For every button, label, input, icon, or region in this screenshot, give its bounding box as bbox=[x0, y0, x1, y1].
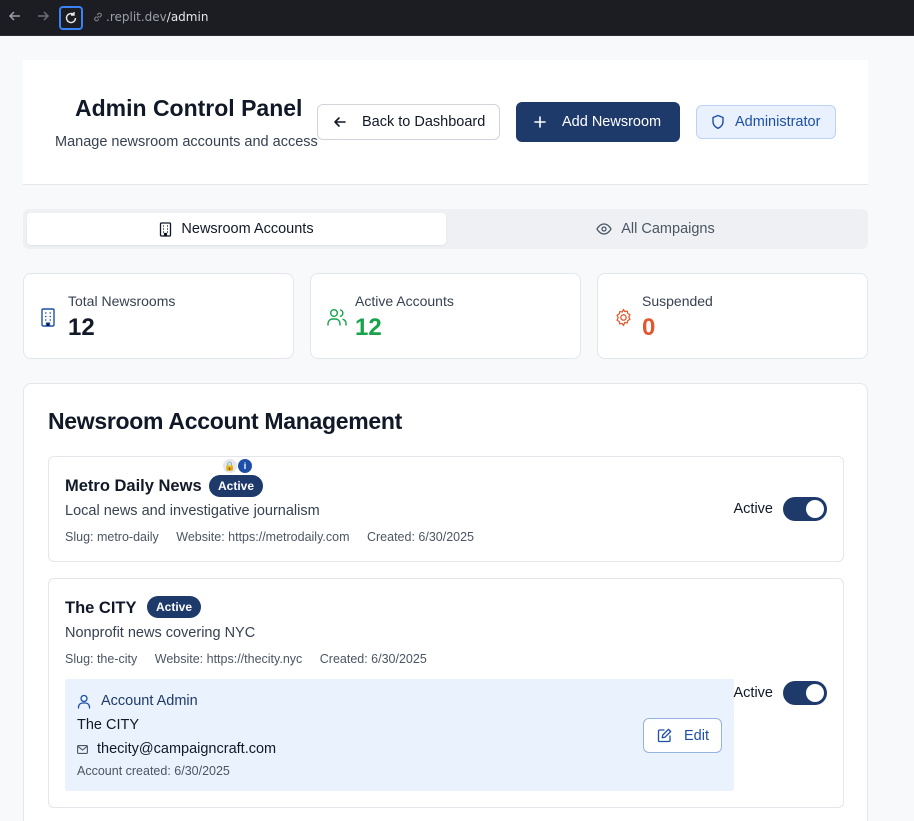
password-manager-icon[interactable]: 🔒 i bbox=[223, 459, 253, 473]
add-newsroom-label: Add Newsroom bbox=[562, 114, 662, 130]
account-admin-box: Account Admin The CITY thecity@campaignc… bbox=[65, 679, 734, 791]
toggle-label: Active bbox=[733, 685, 774, 701]
edit-label: Edit bbox=[684, 727, 709, 744]
address-bar[interactable]: .replit.dev/admin bbox=[92, 10, 208, 24]
admin-email: thecity@campaigncraft.com bbox=[97, 741, 277, 757]
shield-icon bbox=[712, 114, 724, 129]
status-badge: Active bbox=[147, 596, 202, 618]
newsroom-name: Metro Daily News bbox=[65, 477, 202, 495]
mail-icon bbox=[77, 744, 88, 754]
building-icon bbox=[160, 221, 172, 237]
stat-total-newsrooms: Total Newsrooms 12 bbox=[23, 273, 294, 359]
url-path: /admin bbox=[166, 10, 209, 24]
newsroom-management-panel: Newsroom Account Management 🔒 i Metro Da… bbox=[23, 383, 868, 821]
status-badge: Active bbox=[209, 475, 264, 497]
page-subtitle: Manage newsroom accounts and access bbox=[55, 134, 318, 150]
admin-name: The CITY bbox=[77, 717, 140, 733]
tab-newsroom-accounts-label: Newsroom Accounts bbox=[181, 221, 314, 237]
newsroom-slug: Slug: the-city bbox=[65, 652, 138, 666]
status-toggle-group: Active bbox=[733, 681, 827, 705]
admin-email-row: thecity@campaigncraft.com bbox=[77, 741, 276, 757]
edit-admin-button[interactable]: Edit bbox=[643, 718, 722, 753]
forward-arrow-icon[interactable] bbox=[35, 9, 51, 25]
reload-icon bbox=[65, 12, 77, 24]
administrator-badge[interactable]: Administrator bbox=[696, 105, 836, 139]
newsroom-meta: Slug: metro-daily Website: https://metro… bbox=[65, 530, 488, 544]
lock-icon: 🔒 bbox=[223, 459, 237, 473]
plus-icon bbox=[534, 116, 546, 128]
back-arrow-icon[interactable] bbox=[7, 9, 23, 25]
admin-header: Admin Control Panel Manage newsroom acco… bbox=[23, 60, 868, 185]
back-to-dashboard-label: Back to Dashboard bbox=[362, 114, 486, 130]
newsroom-meta: Slug: the-city Website: https://thecity.… bbox=[65, 652, 441, 666]
tab-all-campaigns-label: All Campaigns bbox=[621, 221, 715, 237]
status-toggle-group: Active bbox=[733, 497, 827, 521]
newsroom-slug: Slug: metro-daily bbox=[65, 530, 159, 544]
newsroom-created: Created: 6/30/2025 bbox=[319, 652, 427, 666]
stat-value: 0 bbox=[642, 314, 656, 341]
toggle-label: Active bbox=[733, 501, 774, 517]
active-toggle[interactable] bbox=[783, 681, 827, 705]
admin-created: Account created: 6/30/2025 bbox=[77, 764, 230, 778]
toggle-knob bbox=[806, 684, 824, 702]
stat-active-accounts: Active Accounts 12 bbox=[310, 273, 581, 359]
url-host: .replit.dev bbox=[106, 10, 167, 24]
user-icon bbox=[77, 694, 91, 709]
tab-newsroom-accounts[interactable]: Newsroom Accounts bbox=[27, 213, 446, 245]
newsroom-description: Nonprofit news covering NYC bbox=[65, 625, 256, 641]
stat-value: 12 bbox=[355, 314, 382, 341]
stat-label: Total Newsrooms bbox=[68, 293, 176, 309]
edit-icon bbox=[657, 728, 672, 743]
stat-label: Suspended bbox=[642, 293, 713, 309]
arrow-left-icon bbox=[334, 117, 346, 127]
newsroom-description: Local news and investigative journalism bbox=[65, 503, 320, 519]
stat-label: Active Accounts bbox=[355, 293, 454, 309]
newsroom-website: Website: https://metrodaily.com bbox=[176, 530, 350, 544]
section-title: Newsroom Account Management bbox=[48, 408, 402, 434]
active-toggle[interactable] bbox=[783, 497, 827, 521]
newsroom-name: The CITY bbox=[65, 599, 137, 617]
newsroom-created: Created: 6/30/2025 bbox=[366, 530, 475, 544]
newsroom-website: Website: https://thecity.nyc bbox=[154, 652, 303, 666]
toggle-knob bbox=[806, 500, 824, 518]
back-to-dashboard-button[interactable]: Back to Dashboard bbox=[317, 104, 500, 140]
gear-icon bbox=[616, 308, 631, 327]
link-icon bbox=[94, 12, 102, 22]
info-icon: i bbox=[238, 459, 252, 473]
building-icon bbox=[41, 308, 55, 327]
administrator-label: Administrator bbox=[735, 114, 821, 130]
newsroom-card: The CITY Active Nonprofit news covering … bbox=[48, 578, 844, 808]
add-newsroom-button[interactable]: Add Newsroom bbox=[516, 102, 680, 142]
stat-value: 12 bbox=[68, 314, 95, 341]
browser-toolbar: .replit.dev/admin bbox=[0, 0, 914, 36]
reload-button[interactable] bbox=[59, 6, 83, 30]
page-title: Admin Control Panel bbox=[75, 95, 303, 121]
account-admin-title: Account Admin bbox=[101, 693, 198, 709]
tab-bar: Newsroom Accounts All Campaigns bbox=[23, 209, 868, 249]
newsroom-card: 🔒 i Metro Daily News Active Local news a… bbox=[48, 456, 844, 562]
stat-suspended: Suspended 0 bbox=[597, 273, 868, 359]
account-admin-heading: Account Admin bbox=[77, 693, 198, 709]
eye-icon bbox=[596, 223, 612, 235]
tab-all-campaigns[interactable]: All Campaigns bbox=[446, 213, 865, 245]
users-icon bbox=[327, 309, 347, 326]
